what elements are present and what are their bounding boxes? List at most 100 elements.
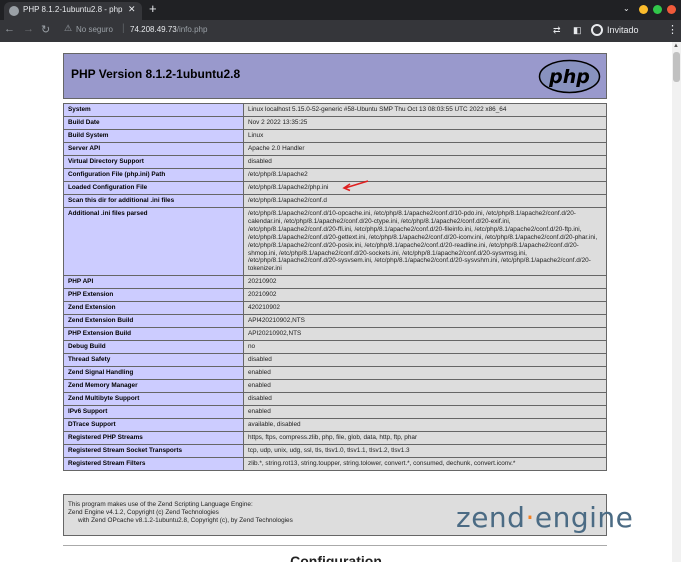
url-host: 74.208.49.73 [130,25,177,34]
scroll-thumb[interactable] [673,52,680,82]
table-row: Zend Signal Handling enabled [63,366,607,381]
row-value: enabled [243,379,607,394]
row-value: tcp, udp, unix, udg, ssl, tls, tlsv1.0, … [243,444,607,459]
row-value: /etc/php/8.1/apache2/conf.d/10-opcache.i… [243,206,607,277]
forward-arrow-icon[interactable]: → [23,23,34,35]
table-row: Loaded Configuration File/etc/php/8.1/ap… [63,181,607,195]
row-key: PHP API [63,275,244,290]
table-row: Server API Apache 2.0 Handler [63,142,607,156]
sidepanel-icon[interactable]: ◧ [573,25,582,36]
row-value: 20210902 [243,275,607,290]
row-value: Linux localhost 5.15.0-52-generic #58-Ub… [243,103,607,117]
row-key: DTrace Support [63,418,244,433]
row-value: no [243,340,607,355]
credit-line-2: Zend Engine v4.1.2, Copyright (c) Zend T… [68,508,219,516]
row-key: Registered PHP Streams [63,431,244,446]
browser-tab[interactable]: PHP 8.1.2-1ubuntu2.8 - phpinfo() ✕ [4,2,142,20]
maximize-button[interactable] [653,5,662,14]
browser-toolbar: ← → ↻ ⚠ No seguro | 74.208.49.73/info.ph… [0,20,681,42]
table-row: Zend Memory Manager enabled [63,379,607,394]
table-row: PHP Extension Build API20210902,NTS [63,327,607,342]
table-row: Thread Safety disabled [63,353,607,368]
zend-credits: This program makes use of the Zend Scrip… [68,501,293,524]
warning-icon[interactable]: ⚠ [64,23,72,34]
row-key: Scan this dir for additional .ini files [63,194,244,208]
back-arrow-icon[interactable]: ← [4,23,15,35]
row-value: https, ftps, compress.zlib, php, file, g… [243,431,607,446]
new-tab-button[interactable]: + [149,1,157,16]
row-key: Additional .ini files parsed [63,206,244,277]
table-row: Zend Extension 420210902 [63,301,607,316]
row-value: disabled [243,392,607,407]
zend-logo-dot: · [525,501,535,534]
scroll-up-icon[interactable]: ▲ [673,43,679,49]
close-window-button[interactable] [667,5,676,14]
info-table: System Linux localhost 5.15.0-52-generic … [63,103,607,472]
credit-line-3: with Zend OPcache v8.1.2-1ubuntu2.8, Cop… [78,516,293,524]
table-row: PHP Extension 20210902 [63,288,607,303]
row-key: IPv6 Support [63,405,244,420]
row-key: Zend Extension Build [63,314,244,329]
translate-icon[interactable]: ⇄ [553,25,561,36]
zend-credits-box: This program makes use of the Zend Scrip… [63,494,633,536]
tab-strip: PHP 8.1.2-1ubuntu2.8 - phpinfo() ✕ + ⌄ [0,0,681,20]
php-logo-icon: php [538,59,601,94]
tab-search-icon[interactable]: ⌄ [623,4,630,13]
red-arrow-annotation [342,180,369,192]
table-row: PHP API 20210902 [63,275,607,290]
row-key: Thread Safety [63,353,244,368]
page-title: PHP Version 8.1.2-1ubuntu2.8 [71,67,241,81]
page-content: PHP Version 8.1.2-1ubuntu2.8 php System L… [0,42,672,562]
page-scrollbar[interactable]: ▲ [672,42,681,562]
zend-logo-part1: zend [456,501,526,534]
row-value: available, disabled [243,418,607,433]
row-value: enabled [243,366,607,381]
row-value: Linux [243,129,607,143]
row-value: API420210902,NTS [243,314,607,329]
row-value: /etc/php/8.1/apache2 [243,168,607,182]
table-row: DTrace Support available, disabled [63,418,607,433]
profile-label[interactable]: Invitado [607,25,639,35]
kebab-menu-icon[interactable]: ⋮ [667,23,678,36]
php-logo-text: php [548,66,590,88]
table-row: Zend Extension Build API420210902,NTS [63,314,607,329]
row-value: disabled [243,353,607,368]
row-key: Zend Memory Manager [63,379,244,394]
row-value: /etc/php/8.1/apache2/php.ini [243,181,607,195]
row-key: System [63,103,244,117]
row-key: Configuration File (php.ini) Path [63,168,244,182]
row-value: disabled [243,155,607,169]
zend-logo-part2: engine [534,501,634,534]
address-bar[interactable]: ⚠ No seguro | 74.208.49.73/info.php [64,23,579,39]
row-value: API20210902,NTS [243,327,607,342]
section-heading: Configuration [290,553,382,562]
table-row: IPv6 Support enabled [63,405,607,420]
table-row: Build System Linux [63,129,607,143]
profile-icon[interactable] [591,24,603,36]
row-value: /etc/php/8.1/apache2/conf.d [243,194,607,208]
reload-icon[interactable]: ↻ [41,23,50,36]
table-row: Scan this dir for additional .ini files /… [63,194,607,208]
favicon-icon [9,6,19,16]
row-key: PHP Extension [63,288,244,303]
row-key: Build System [63,129,244,143]
tab-close-icon[interactable]: ✕ [128,4,136,15]
security-label[interactable]: No seguro [76,25,113,34]
row-value: Nov 2 2022 13:35:25 [243,116,607,130]
row-value: enabled [243,405,607,420]
credit-line-1: This program makes use of the Zend Scrip… [68,501,253,508]
table-row: Build Date Nov 2 2022 13:35:25 [63,116,607,130]
row-key: Zend Multibyte Support [63,392,244,407]
url-separator: | [122,23,125,34]
row-key: Server API [63,142,244,156]
zend-engine-logo: zend·engine [456,501,633,534]
row-key: Build Date [63,116,244,130]
minimize-button[interactable] [639,5,648,14]
url-text[interactable]: 74.208.49.73/info.php [130,25,207,34]
table-row: Additional .ini files parsed/etc/php/8.1… [63,206,607,277]
table-row: Debug Build no [63,340,607,355]
tab-title: PHP 8.1.2-1ubuntu2.8 - phpinfo() [23,5,123,14]
php-version-header: PHP Version 8.1.2-1ubuntu2.8 php [63,53,607,99]
url-path: /info.php [176,25,208,34]
table-row: Registered PHP Streams https, ftps, compr… [63,431,607,446]
